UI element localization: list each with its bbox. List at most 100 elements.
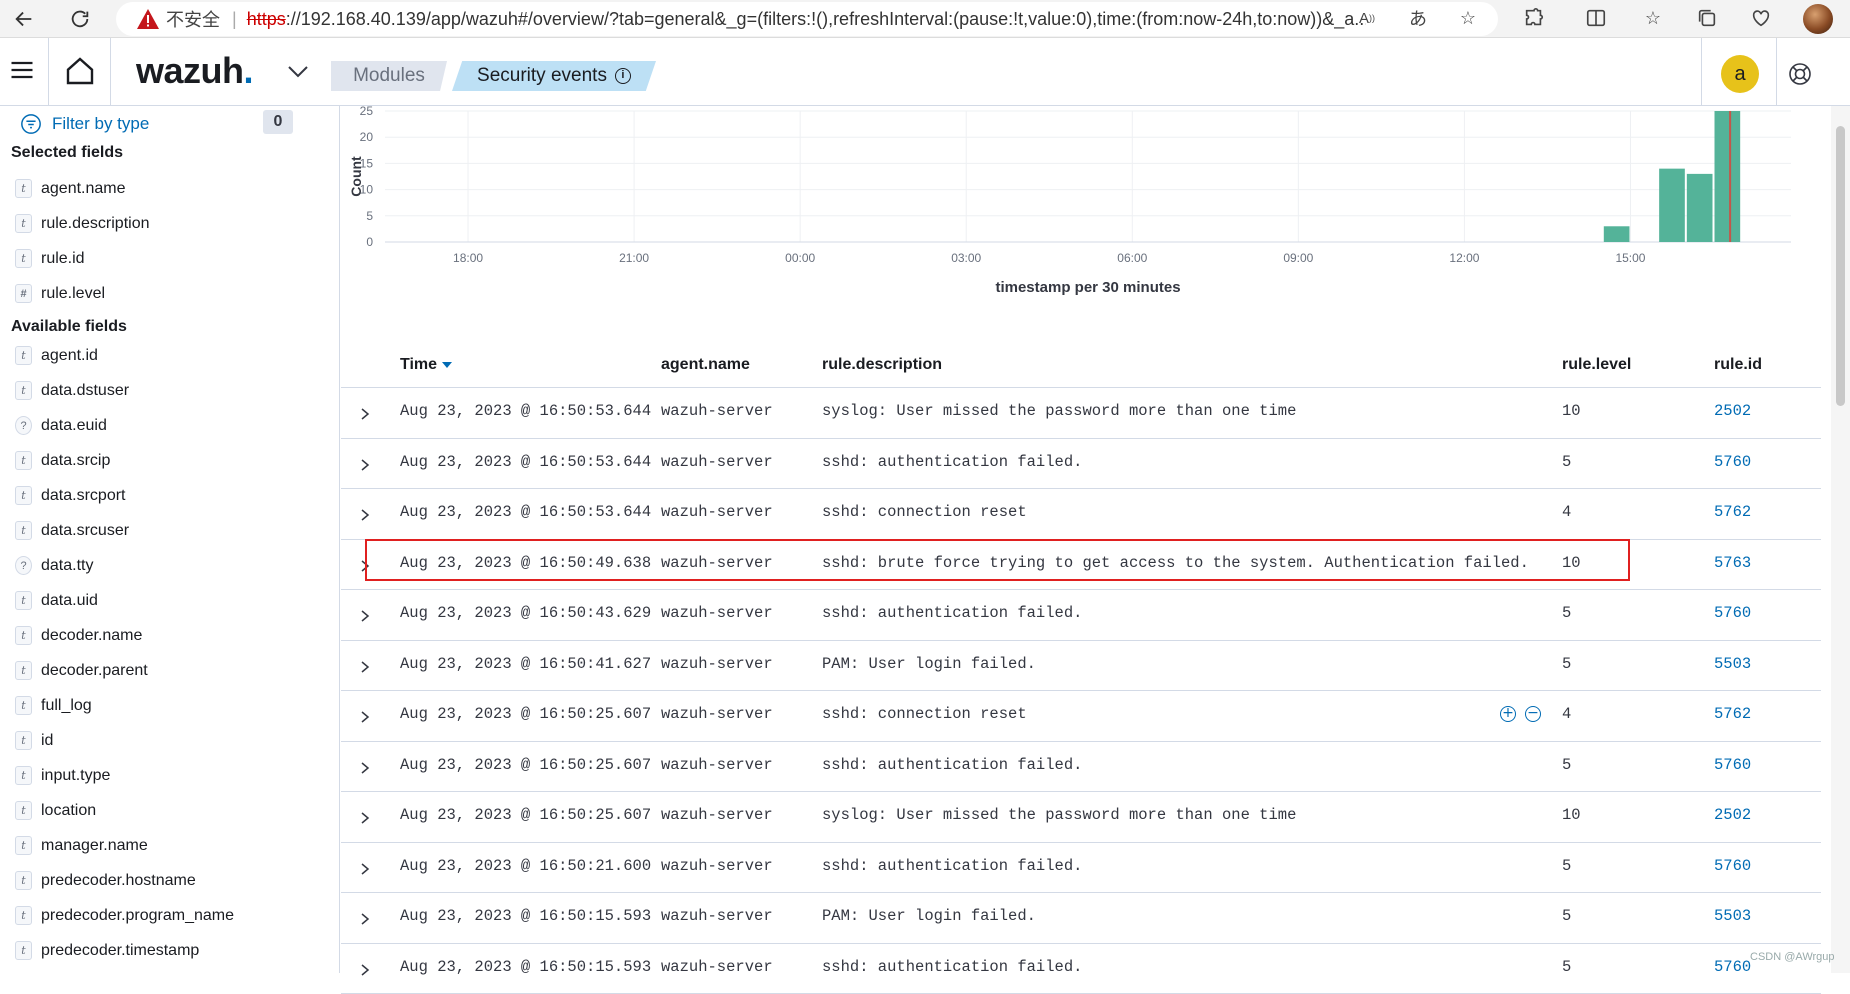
field-item[interactable]: tdata.srcip: [15, 443, 234, 478]
rule-id-link[interactable]: 2502: [1714, 402, 1751, 420]
string-type-icon: t: [15, 346, 32, 365]
field-item[interactable]: ?data.tty: [15, 548, 234, 583]
help-lifebuoy-icon[interactable]: [1788, 62, 1812, 86]
column-header-rule-id[interactable]: rule.id: [1714, 356, 1762, 374]
table-row[interactable]: Aug 23, 2023 @ 16:50:49.638wazuh-servers…: [341, 540, 1821, 591]
table-row[interactable]: Aug 23, 2023 @ 16:50:15.593wazuh-servers…: [341, 944, 1821, 994]
field-item[interactable]: tpredecoder.hostname: [15, 863, 234, 898]
table-row[interactable]: Aug 23, 2023 @ 16:50:53.644wazuh-servers…: [341, 388, 1821, 439]
expand-row-chevron-icon[interactable]: [356, 605, 374, 627]
field-item[interactable]: tfull_log: [15, 688, 234, 723]
expand-row-chevron-icon[interactable]: [356, 858, 374, 880]
rule-id-link[interactable]: 5760: [1714, 604, 1751, 622]
cell-filter-actions: +−: [1500, 706, 1541, 722]
filter-by-type-button[interactable]: Filter by type: [20, 110, 149, 138]
split-screen-icon[interactable]: [1583, 5, 1609, 31]
column-header-rule-level[interactable]: rule.level: [1562, 356, 1631, 374]
rule-id-link[interactable]: 5760: [1714, 756, 1751, 774]
rule-id-link[interactable]: 5760: [1714, 453, 1751, 471]
events-table: Time agent.name rule.description rule.le…: [341, 346, 1821, 994]
field-item[interactable]: tdecoder.name: [15, 618, 234, 653]
filter-for-value-icon[interactable]: +: [1500, 706, 1516, 722]
browser-profile-avatar[interactable]: [1803, 4, 1833, 34]
x-tick-label: 15:00: [1615, 251, 1645, 265]
translate-icon[interactable]: あ: [1405, 5, 1431, 31]
field-item[interactable]: tdata.srcuser: [15, 513, 234, 548]
table-row[interactable]: Aug 23, 2023 @ 16:50:43.629wazuh-servers…: [341, 590, 1821, 641]
field-item[interactable]: tagent.name: [15, 171, 150, 206]
rule-id-link[interactable]: 5503: [1714, 907, 1751, 925]
expand-row-chevron-icon[interactable]: [356, 706, 374, 728]
table-row[interactable]: Aug 23, 2023 @ 16:50:25.607wazuh-servers…: [341, 742, 1821, 793]
expand-row-chevron-icon[interactable]: [356, 807, 374, 829]
address-bar[interactable]: 不安全 | https ://192.168.40.139/app/wazuh#…: [116, 2, 1498, 36]
hamburger-menu-icon[interactable]: [8, 56, 36, 84]
expand-row-chevron-icon[interactable]: [356, 504, 374, 526]
string-type-icon: t: [15, 731, 32, 750]
info-icon[interactable]: i: [615, 68, 631, 84]
column-header-time[interactable]: Time: [400, 356, 452, 374]
field-name: data.euid: [41, 417, 107, 435]
field-item[interactable]: tpredecoder.program_name: [15, 898, 234, 933]
field-item[interactable]: tdata.dstuser: [15, 373, 234, 408]
rule-id-link[interactable]: 5762: [1714, 705, 1751, 723]
field-item[interactable]: #rule.level: [15, 276, 150, 311]
field-item[interactable]: tagent.id: [15, 338, 234, 373]
rule-id-link[interactable]: 5760: [1714, 857, 1751, 875]
extensions-icon[interactable]: [1521, 5, 1547, 31]
field-item[interactable]: trule.description: [15, 206, 150, 241]
time-cell: Aug 23, 2023 @ 16:50:25.607: [400, 705, 651, 723]
sort-descending-icon[interactable]: [442, 362, 452, 368]
rule-id-link[interactable]: 5762: [1714, 503, 1751, 521]
expand-row-chevron-icon[interactable]: [356, 454, 374, 476]
expand-row-chevron-icon[interactable]: [356, 403, 374, 425]
column-header-rule-description[interactable]: rule.description: [822, 356, 942, 374]
expand-row-chevron-icon[interactable]: [356, 908, 374, 930]
field-item[interactable]: tid: [15, 723, 234, 758]
field-item[interactable]: tlocation: [15, 793, 234, 828]
rule-id-link[interactable]: 2502: [1714, 806, 1751, 824]
string-type-icon: t: [15, 451, 32, 470]
user-avatar[interactable]: a: [1721, 55, 1759, 93]
field-item[interactable]: tmanager.name: [15, 828, 234, 863]
field-item[interactable]: tdata.srcport: [15, 478, 234, 513]
logo-dot: .: [244, 50, 254, 91]
refresh-icon[interactable]: [64, 4, 96, 34]
home-icon[interactable]: [64, 55, 96, 87]
chevron-down-icon[interactable]: [286, 62, 310, 82]
table-row[interactable]: Aug 23, 2023 @ 16:50:15.593wazuh-serverP…: [341, 893, 1821, 944]
rule-id-link[interactable]: 5763: [1714, 554, 1751, 572]
field-item[interactable]: trule.id: [15, 241, 150, 276]
browser-essentials-icon[interactable]: [1748, 5, 1774, 31]
filter-out-value-icon[interactable]: −: [1525, 706, 1541, 722]
table-row[interactable]: Aug 23, 2023 @ 16:50:21.600wazuh-servers…: [341, 843, 1821, 894]
table-row[interactable]: Aug 23, 2023 @ 16:50:25.607wazuh-servers…: [341, 691, 1821, 742]
rule-level-cell: 4: [1562, 705, 1571, 723]
page-scrollbar[interactable]: [1831, 106, 1850, 973]
table-row[interactable]: Aug 23, 2023 @ 16:50:25.607wazuh-servers…: [341, 792, 1821, 843]
scrollbar-thumb[interactable]: [1836, 126, 1845, 406]
wazuh-logo[interactable]: wazuh.: [136, 50, 253, 92]
field-item[interactable]: ?data.euid: [15, 408, 234, 443]
expand-row-chevron-icon[interactable]: [356, 959, 374, 981]
agent-name-cell: wazuh-server: [661, 554, 773, 572]
expand-row-chevron-icon[interactable]: [356, 555, 374, 577]
field-item[interactable]: tpredecoder.timestamp: [15, 933, 234, 968]
favorite-star-icon[interactable]: ☆: [1455, 5, 1481, 31]
field-item[interactable]: tdata.uid: [15, 583, 234, 618]
expand-row-chevron-icon[interactable]: [356, 656, 374, 678]
table-row[interactable]: Aug 23, 2023 @ 16:50:41.627wazuh-serverP…: [341, 641, 1821, 692]
rule-id-link[interactable]: 5503: [1714, 655, 1751, 673]
read-aloud-icon[interactable]: A)): [1354, 5, 1380, 31]
collections-icon[interactable]: [1694, 5, 1720, 31]
expand-row-chevron-icon[interactable]: [356, 757, 374, 779]
table-row[interactable]: Aug 23, 2023 @ 16:50:53.644wazuh-servers…: [341, 489, 1821, 540]
field-item[interactable]: tinput.type: [15, 758, 234, 793]
back-icon[interactable]: [8, 4, 40, 34]
breadcrumb-modules[interactable]: Modules: [331, 61, 447, 91]
agent-name-cell: wazuh-server: [661, 806, 773, 824]
field-item[interactable]: tdecoder.parent: [15, 653, 234, 688]
favorites-icon[interactable]: ☆: [1640, 5, 1666, 31]
table-row[interactable]: Aug 23, 2023 @ 16:50:53.644wazuh-servers…: [341, 439, 1821, 490]
column-header-agent-name[interactable]: agent.name: [661, 356, 750, 374]
